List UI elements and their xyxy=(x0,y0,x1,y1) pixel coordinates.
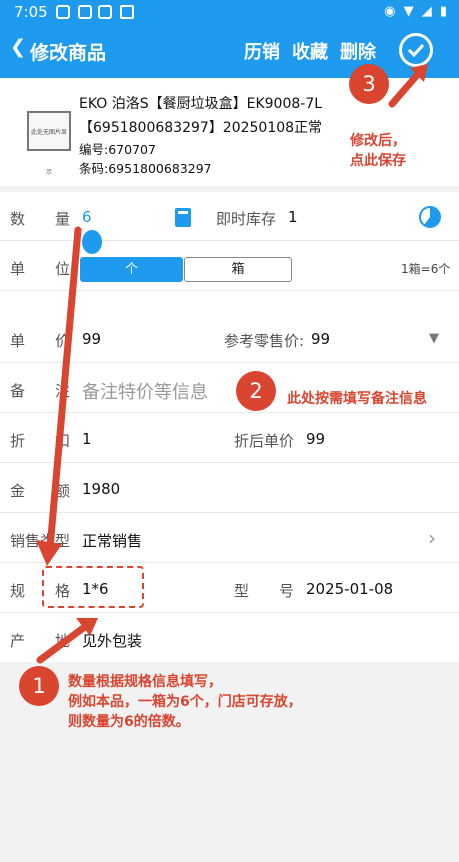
product-title-line2: 【6951800683297】20250108正常 xyxy=(79,120,323,136)
stock-label: 即时库存 xyxy=(216,210,277,228)
notification-icon xyxy=(56,5,70,19)
annotation-note-3-line1: 修改后， xyxy=(350,133,406,149)
calculator-icon[interactable] xyxy=(175,208,191,227)
price-row: 单 价 99 参考零售价: 99 ▼ xyxy=(0,314,459,363)
price-label: 单 价 xyxy=(10,332,71,350)
amount-label: 金 额 xyxy=(10,482,71,500)
amount-input[interactable]: 1980 xyxy=(82,480,120,498)
annotation-note-3-line2: 点此保存 xyxy=(350,153,406,169)
unit-option-box[interactable]: 箱 xyxy=(184,257,292,282)
annotation-note-3: 修改后， 点此保存 xyxy=(350,131,406,171)
unit-label: 单 位 xyxy=(10,260,71,278)
annotation-marker-2: 2 xyxy=(236,371,276,411)
product-code: 编号:670707 xyxy=(79,142,156,157)
back-icon[interactable]: ❮ xyxy=(10,36,26,58)
unit-ratio: 1箱=6个 xyxy=(401,262,451,276)
unit-option-piece[interactable]: 个 xyxy=(80,257,183,282)
quantity-row: 数 量 6 即时库存 1 xyxy=(0,192,459,241)
amount-row: 金 额 1980 xyxy=(0,464,459,513)
discount-price-value: 99 xyxy=(306,430,326,448)
quantity-label: 数 量 xyxy=(10,210,71,228)
retail-price-value: 99 xyxy=(311,330,331,348)
mail-icon xyxy=(98,5,112,19)
product-barcode: 条码:6951800683297 xyxy=(79,161,212,176)
annotation-note-1: 数量根据规格信息填写， 例如本品，一箱为6个，门店可存放， 则数量为6的倍数。 xyxy=(68,672,302,732)
delete-button[interactable]: 删除 xyxy=(340,38,376,64)
annotation-note-1-line2: 例如本品，一箱为6个，门店可存放， xyxy=(68,694,302,710)
keyboard-icon xyxy=(120,5,134,19)
app-notification-icon xyxy=(78,5,92,19)
stock-chart-icon[interactable] xyxy=(419,206,441,228)
model-value: 2025-01-08 xyxy=(306,580,394,598)
annotation-note-2: 此处按需填写备注信息 xyxy=(287,391,427,407)
annotation-note-1-line1: 数量根据规格信息填写， xyxy=(68,674,222,690)
product-title-line1: EKO 泊洛S【餐厨垃圾盒】EK9008-7L xyxy=(79,96,323,112)
sale-type-label: 销售类型 xyxy=(10,532,71,550)
model-label: 型 号 xyxy=(234,582,295,600)
quantity-input[interactable]: 6 xyxy=(82,208,92,226)
remark-label: 备 注 xyxy=(10,382,71,400)
signal-battery-icons: ◉ ▼ ◢ ▮ xyxy=(384,4,449,19)
price-input[interactable]: 99 xyxy=(82,330,101,348)
product-thumbnail: 此处无图片显示 xyxy=(27,111,71,176)
origin-value: 见外包装 xyxy=(82,632,143,650)
status-bar: 7:05 ◉ ▼ ◢ ▮ xyxy=(0,0,459,25)
save-check-icon[interactable] xyxy=(399,33,433,67)
discount-label: 折 扣 xyxy=(10,432,71,450)
annotation-marker-1: 1 xyxy=(19,666,59,706)
origin-label: 产 地 xyxy=(10,632,71,650)
status-time: 7:05 xyxy=(14,3,48,21)
chevron-right-icon[interactable]: › xyxy=(428,526,436,550)
annotation-marker-3: 3 xyxy=(349,64,389,104)
app-bar: 7:05 ◉ ▼ ◢ ▮ ❮ 修改商品 历销 收藏 删除 xyxy=(0,0,459,78)
annotation-note-1-line3: 则数量为6的倍数。 xyxy=(68,714,190,730)
stock-value: 1 xyxy=(288,208,298,226)
retail-price-label: 参考零售价: xyxy=(224,332,305,350)
discount-input[interactable]: 1 xyxy=(82,430,92,448)
dropdown-arrow-icon[interactable]: ▼ xyxy=(429,331,439,346)
discount-price-label: 折后单价 xyxy=(234,432,295,450)
discount-row: 折 扣 1 折后单价 99 xyxy=(0,414,459,463)
sale-type-value: 正常销售 xyxy=(82,532,143,550)
sale-type-row[interactable]: 销售类型 正常销售 › xyxy=(0,514,459,563)
history-sales-button[interactable]: 历销 xyxy=(244,38,280,64)
origin-row: 产 地 见外包装 xyxy=(0,614,459,663)
remark-input[interactable]: 备注特价等信息 xyxy=(82,378,208,404)
unit-row: 单 位 个 箱 1箱=6个 xyxy=(0,242,459,291)
page-title: 修改商品 xyxy=(30,42,107,64)
spec-highlight-box xyxy=(42,566,144,608)
favorite-button[interactable]: 收藏 xyxy=(292,38,328,64)
